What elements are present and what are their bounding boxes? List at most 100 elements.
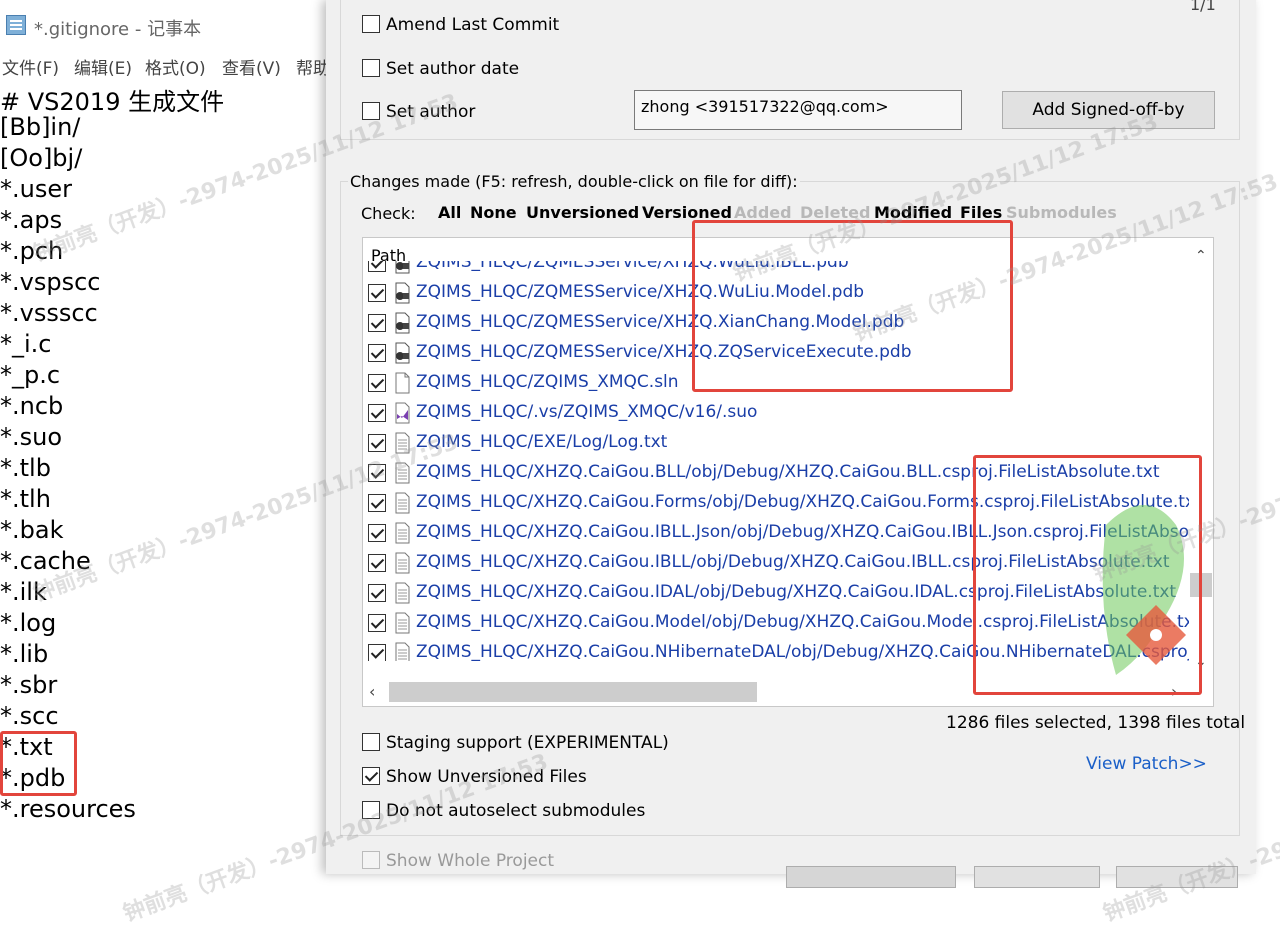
notepad-line: *.tlb bbox=[0, 454, 51, 482]
set-author-date-label[interactable]: Set author date bbox=[386, 59, 519, 79]
file-row-checkbox[interactable] bbox=[368, 524, 386, 542]
file-row[interactable]: ZQIMS_HLQC/ZQMESService/XHZQ.ZQServiceEx… bbox=[363, 338, 1191, 368]
set-author-checkbox[interactable] bbox=[362, 102, 380, 120]
file-row[interactable]: ZQIMS_HLQC/XHZQ.CaiGou.IBLL/obj/Debug/XH… bbox=[363, 548, 1191, 578]
file-path[interactable]: ZQIMS_HLQC/XHZQ.CaiGou.BLL/obj/Debug/XHZ… bbox=[416, 462, 1160, 482]
notepad-line: *.lib bbox=[0, 640, 49, 668]
file-row-checkbox[interactable] bbox=[368, 464, 386, 482]
filter-unversioned[interactable]: Unversioned bbox=[526, 203, 639, 222]
staging-support-checkbox[interactable] bbox=[362, 733, 380, 751]
notepad-line: *.user bbox=[0, 175, 72, 203]
notepad-line: *.log bbox=[0, 609, 57, 637]
file-row-checkbox[interactable] bbox=[368, 494, 386, 512]
file-row-checkbox[interactable] bbox=[368, 614, 386, 632]
file-path[interactable]: ZQIMS_HLQC/ZQIMS_XMQC.sln bbox=[416, 372, 679, 392]
notepad-line: *.txt bbox=[0, 733, 53, 761]
set-author-label[interactable]: Set author bbox=[386, 102, 475, 122]
file-row[interactable]: ZQIMS_HLQC/EXE/Log/Log.txt bbox=[363, 428, 1191, 458]
file-path[interactable]: ZQIMS_HLQC/ZQMESService/XHZQ.XianChang.M… bbox=[416, 312, 904, 332]
menu-view[interactable]: 查看(V) bbox=[222, 54, 281, 79]
file-row[interactable]: ZQIMS_HLQC/ZQMESService/XHZQ.WuLiu.Model… bbox=[363, 278, 1191, 308]
file-path[interactable]: ZQIMS_HLQC/XHZQ.CaiGou.IBLL/obj/Debug/XH… bbox=[416, 552, 1170, 572]
notepad-line: *.scc bbox=[0, 702, 59, 730]
filter-files[interactable]: Files bbox=[960, 203, 1002, 222]
pdb-file-icon bbox=[393, 312, 411, 334]
file-row-checkbox[interactable] bbox=[368, 554, 386, 572]
file-row[interactable]: ZQIMS_HLQC/XHZQ.CaiGou.Forms/obj/Debug/X… bbox=[363, 488, 1191, 518]
no-autoselect-submodules-label[interactable]: Do not autoselect submodules bbox=[386, 801, 645, 821]
file-row-checkbox[interactable] bbox=[368, 434, 386, 452]
commit-button[interactable] bbox=[786, 866, 956, 888]
horizontal-scroll-thumb[interactable] bbox=[389, 682, 757, 702]
notepad-window: *.gitignore - 记事本 文件(F) 编辑(E) 格式(O) 查看(V… bbox=[0, 0, 340, 874]
filter-none[interactable]: None bbox=[470, 203, 517, 222]
scroll-down-icon[interactable]: ⌄ bbox=[1195, 654, 1207, 670]
set-author-date-checkbox[interactable] bbox=[362, 59, 380, 77]
menu-help[interactable]: 帮助 bbox=[296, 54, 330, 79]
file-row[interactable]: ZQIMS_HLQC/XHZQ.CaiGou.IBLL.Json/obj/Deb… bbox=[363, 518, 1191, 548]
file-row[interactable]: ZQIMS_HLQC/XHZQ.CaiGou.IDAL/obj/Debug/XH… bbox=[363, 578, 1191, 608]
file-row[interactable]: ZQIMS_HLQC/.vs/ZQIMS_XMQC/v16/.suo bbox=[363, 398, 1191, 428]
add-signed-off-by-button[interactable]: Add Signed-off-by bbox=[1002, 91, 1215, 129]
notepad-titlebar: *.gitignore - 记事本 bbox=[0, 0, 340, 48]
file-path[interactable]: ZQIMS_HLQC/ZQMESService/XHZQ.WuLiu.IBLL.… bbox=[416, 261, 849, 272]
vertical-scrollbar[interactable]: ⌃ ⌄ bbox=[1189, 238, 1213, 678]
menu-format[interactable]: 格式(O) bbox=[145, 54, 206, 79]
file-row-checkbox[interactable] bbox=[368, 374, 386, 392]
file-row-checkbox[interactable] bbox=[368, 404, 386, 422]
text-file-icon bbox=[393, 492, 411, 514]
scroll-right-icon[interactable]: › bbox=[1171, 682, 1177, 701]
menu-file[interactable]: 文件(F) bbox=[2, 54, 59, 79]
notepad-title: *.gitignore - 记事本 bbox=[34, 19, 202, 40]
view-patch-link[interactable]: View Patch>> bbox=[1086, 754, 1207, 774]
file-path[interactable]: ZQIMS_HLQC/XHZQ.CaiGou.Forms/obj/Debug/X… bbox=[416, 492, 1191, 512]
filter-modified[interactable]: Modified bbox=[874, 203, 952, 222]
files-selected-summary: 1286 files selected, 1398 files total bbox=[946, 713, 1246, 733]
file-row[interactable]: ZQIMS_HLQC/XHZQ.CaiGou.NHibernateDAL/obj… bbox=[363, 638, 1191, 661]
amend-last-commit-label[interactable]: Amend Last Commit bbox=[386, 15, 559, 35]
horizontal-scrollbar[interactable]: ‹ › bbox=[363, 680, 1189, 704]
notepad-line: # VS2019 生成文件 bbox=[0, 88, 225, 116]
staging-support-label[interactable]: Staging support (EXPERIMENTAL) bbox=[386, 733, 669, 753]
file-row-checkbox[interactable] bbox=[368, 261, 386, 272]
file-path[interactable]: ZQIMS_HLQC/ZQMESService/XHZQ.WuLiu.Model… bbox=[416, 282, 864, 302]
file-row-checkbox[interactable] bbox=[368, 344, 386, 362]
file-row-checkbox[interactable] bbox=[368, 584, 386, 602]
file-row[interactable]: ZQIMS_HLQC/ZQMESService/XHZQ.WuLiu.IBLL.… bbox=[363, 261, 1191, 278]
notepad-line: *.ilk bbox=[0, 578, 47, 606]
menu-edit[interactable]: 编辑(E) bbox=[74, 54, 132, 79]
no-autoselect-submodules-checkbox[interactable] bbox=[362, 801, 380, 819]
notepad-line: [Bb]in/ bbox=[0, 113, 81, 141]
file-row-checkbox[interactable] bbox=[368, 284, 386, 302]
changed-files-list[interactable]: Path ZQIMS_HLQC/ZQMESService/XHZQ.WuLiu.… bbox=[362, 237, 1214, 707]
pdb-file-icon bbox=[393, 261, 411, 274]
cancel-button[interactable] bbox=[974, 866, 1100, 888]
scroll-up-icon[interactable]: ⌃ bbox=[1195, 248, 1207, 264]
show-unversioned-checkbox[interactable] bbox=[362, 767, 380, 785]
vertical-scroll-thumb[interactable] bbox=[1190, 573, 1212, 597]
file-path[interactable]: ZQIMS_HLQC/XHZQ.CaiGou.IBLL.Json/obj/Deb… bbox=[416, 522, 1191, 542]
text-file-icon bbox=[393, 432, 411, 454]
file-row[interactable]: ZQIMS_HLQC/ZQMESService/XHZQ.XianChang.M… bbox=[363, 308, 1191, 338]
file-path[interactable]: ZQIMS_HLQC/XHZQ.CaiGou.NHibernateDAL/obj… bbox=[416, 642, 1191, 661]
file-path[interactable]: ZQIMS_HLQC/ZQMESService/XHZQ.ZQServiceEx… bbox=[416, 342, 912, 362]
help-button[interactable] bbox=[1116, 866, 1238, 888]
file-path[interactable]: ZQIMS_HLQC/EXE/Log/Log.txt bbox=[416, 432, 667, 452]
notepad-line: *.cache bbox=[0, 547, 91, 575]
scroll-left-icon[interactable]: ‹ bbox=[369, 682, 375, 701]
file-path[interactable]: ZQIMS_HLQC/.vs/ZQIMS_XMQC/v16/.suo bbox=[416, 402, 757, 422]
file-row[interactable]: ZQIMS_HLQC/XHZQ.CaiGou.Model/obj/Debug/X… bbox=[363, 608, 1191, 638]
filter-versioned[interactable]: Versioned bbox=[642, 203, 732, 222]
file-row[interactable]: ZQIMS_HLQC/XHZQ.CaiGou.BLL/obj/Debug/XHZ… bbox=[363, 458, 1191, 488]
filter-all[interactable]: All bbox=[438, 203, 461, 222]
visual-studio-file-icon bbox=[393, 402, 411, 424]
show-unversioned-label[interactable]: Show Unversioned Files bbox=[386, 767, 587, 787]
file-row-checkbox[interactable] bbox=[368, 314, 386, 332]
text-file-icon bbox=[393, 642, 411, 661]
author-input[interactable]: zhong <391517322@qq.com> bbox=[634, 90, 962, 130]
file-path[interactable]: ZQIMS_HLQC/XHZQ.CaiGou.IDAL/obj/Debug/XH… bbox=[416, 582, 1176, 602]
file-path[interactable]: ZQIMS_HLQC/XHZQ.CaiGou.Model/obj/Debug/X… bbox=[416, 612, 1191, 632]
amend-last-commit-checkbox[interactable] bbox=[362, 15, 380, 33]
file-row[interactable]: ZQIMS_HLQC/ZQIMS_XMQC.sln bbox=[363, 368, 1191, 398]
file-row-checkbox[interactable] bbox=[368, 644, 386, 661]
